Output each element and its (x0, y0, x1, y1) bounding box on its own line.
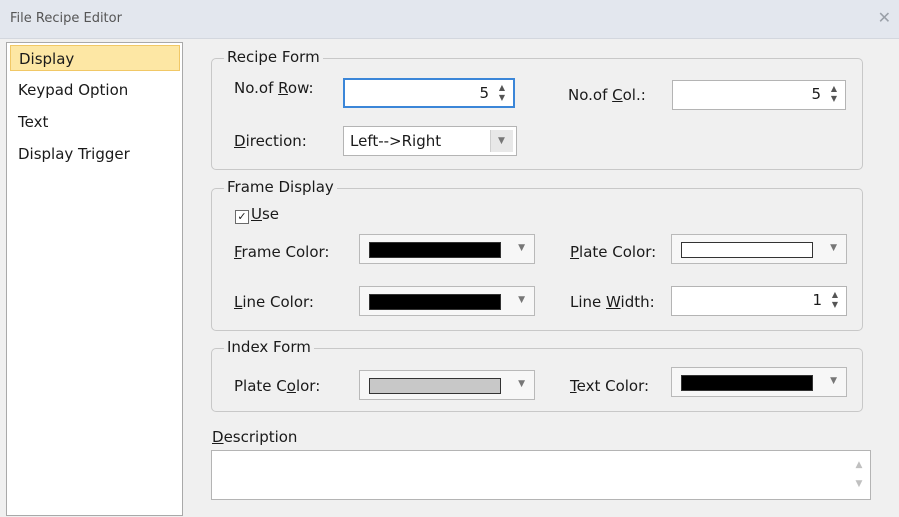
nav-item-display-trigger[interactable]: Display Trigger (10, 141, 180, 167)
index-plate-color-dropdown[interactable]: ▼ (359, 370, 535, 400)
description-label: Description (212, 428, 298, 446)
rows-value: 5 (479, 84, 489, 102)
line-width-stepper-arrows[interactable]: ▲ ▼ (828, 290, 842, 312)
cols-value: 5 (811, 85, 821, 103)
chevron-down-icon: ▼ (830, 376, 837, 386)
rows-spinner[interactable]: 5 ▲ ▼ (343, 78, 515, 108)
index-text-color-label: Text Color: (570, 377, 650, 395)
line-width-label: Line Width: (570, 293, 655, 311)
direction-label: Direction: (234, 132, 307, 150)
line-width-spinner[interactable]: 1 ▲ ▼ (671, 286, 847, 316)
rows-label: No.of Row: (234, 79, 314, 97)
use-label: Use (251, 205, 280, 223)
frame-color-label: Frame Color: (234, 243, 330, 261)
chevron-down-icon: ▼ (518, 379, 525, 389)
plate-color-label: Plate Color: (570, 243, 657, 261)
nav-item-text[interactable]: Text (10, 109, 180, 135)
direction-value: Left-->Right (350, 132, 442, 150)
line-color-swatch (369, 294, 501, 310)
index-plate-color-label: Plate Color: (234, 377, 321, 395)
line-color-label: Line Color: (234, 293, 314, 311)
line-width-value: 1 (812, 291, 822, 309)
frame-color-dropdown[interactable]: ▼ (359, 234, 535, 264)
chevron-down-icon: ▼ (498, 136, 505, 146)
cols-spinner[interactable]: 5 ▲ ▼ (672, 80, 846, 110)
nav-item-display[interactable]: Display (10, 45, 180, 71)
chevron-down-icon: ▼ (518, 295, 525, 305)
plate-color-dropdown[interactable]: ▼ (671, 234, 847, 264)
window-title: File Recipe Editor (10, 11, 122, 26)
chevron-down-icon: ▼ (830, 243, 837, 253)
scroll-down-icon[interactable]: ▼ (851, 475, 867, 494)
frame-color-swatch (369, 242, 501, 258)
use-checkbox[interactable]: ✓ (235, 210, 249, 224)
line-color-dropdown[interactable]: ▼ (359, 286, 535, 316)
title-bar: File Recipe Editor ✕ (0, 0, 899, 39)
index-text-color-swatch (681, 375, 813, 391)
scroll-up-icon[interactable]: ▲ (851, 456, 867, 475)
index-text-color-dropdown[interactable]: ▼ (671, 367, 847, 397)
index-form-legend: Index Form (224, 338, 314, 356)
rows-stepper-arrows[interactable]: ▲ ▼ (495, 83, 509, 105)
close-icon[interactable]: ✕ (878, 8, 891, 27)
direction-dropdown-button[interactable]: ▼ (490, 130, 513, 152)
recipe-form-group: Recipe Form (211, 48, 863, 170)
direction-dropdown[interactable]: Left-->Right ▼ (343, 126, 517, 156)
file-recipe-editor-window: File Recipe Editor ✕ Display Keypad Opti… (0, 0, 899, 517)
frame-display-legend: Frame Display (224, 178, 337, 196)
index-plate-color-swatch (369, 378, 501, 394)
description-scrollbar[interactable]: ▲ ▼ (851, 456, 867, 494)
category-list: Display Keypad Option Text Display Trigg… (6, 42, 183, 516)
nav-item-keypad-option[interactable]: Keypad Option (10, 77, 180, 103)
cols-label: No.of Col.: (568, 86, 646, 104)
plate-color-swatch (681, 242, 813, 258)
chevron-down-icon: ▼ (518, 243, 525, 253)
description-textarea[interactable]: ▲ ▼ (211, 450, 871, 500)
cols-stepper-arrows[interactable]: ▲ ▼ (827, 84, 841, 106)
recipe-form-legend: Recipe Form (224, 48, 323, 66)
